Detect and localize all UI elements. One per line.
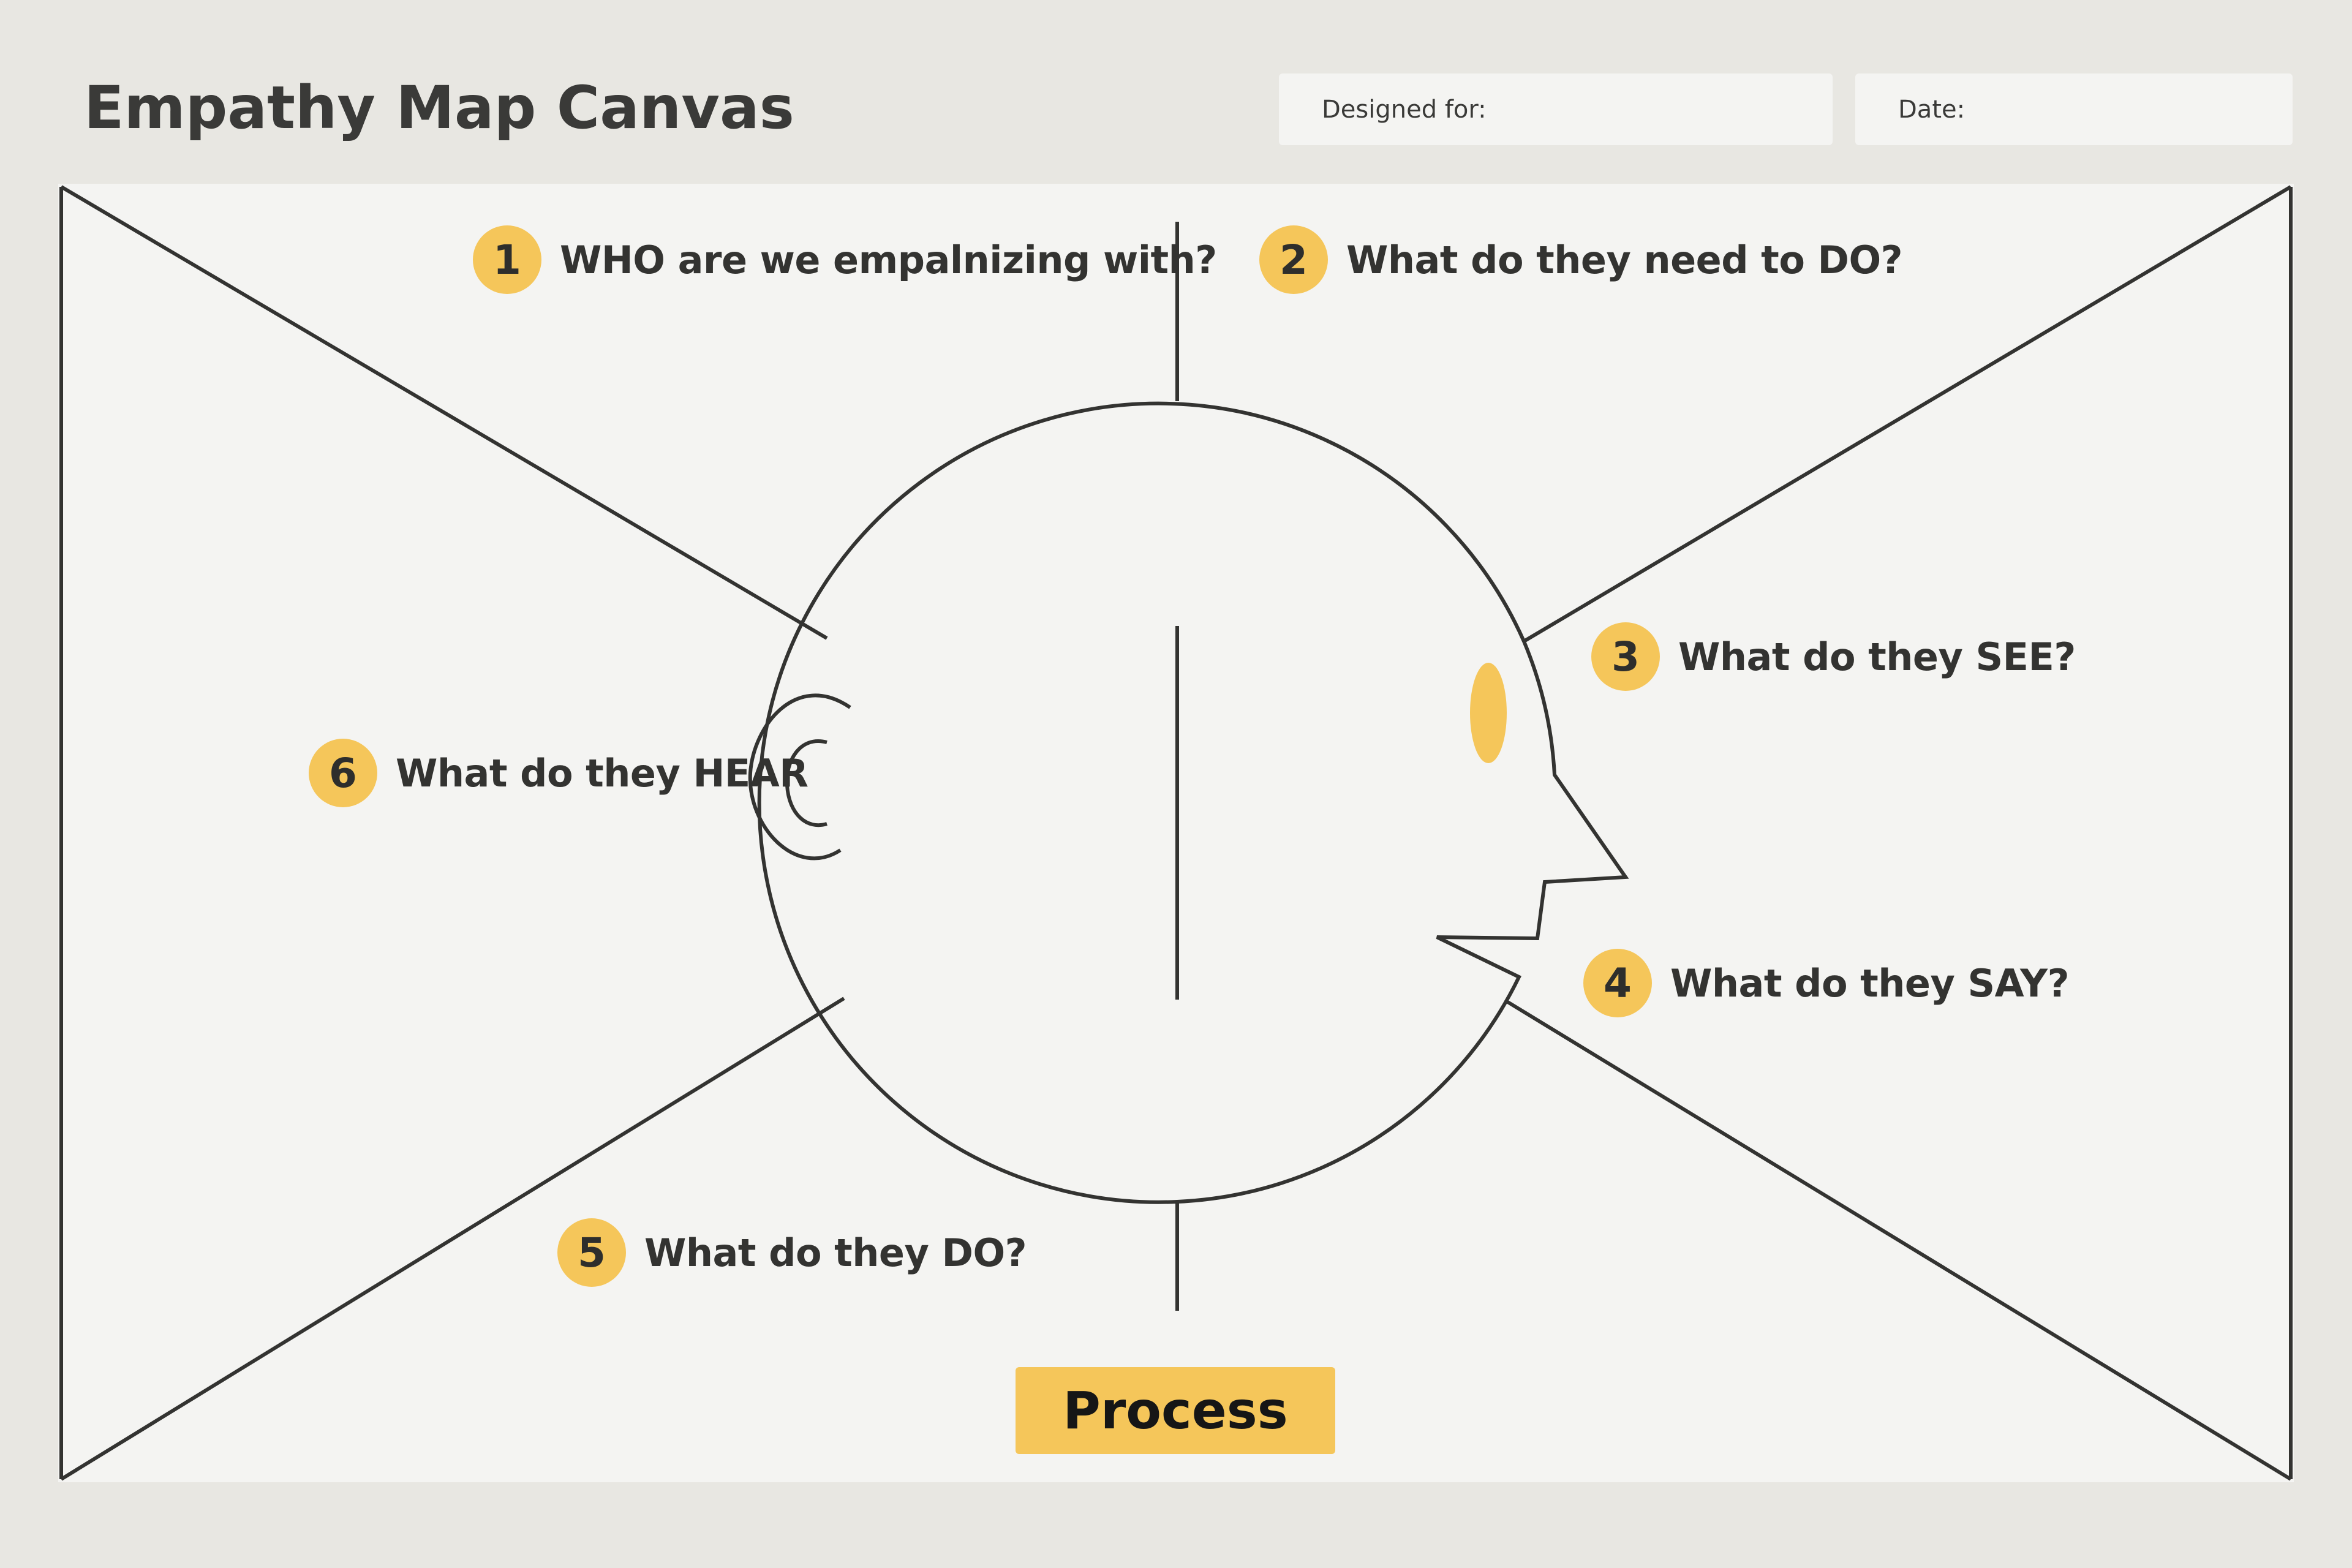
section-hear[interactable]: 6 What do they HEAR [309,736,809,810]
section-number-badge: 4 [1583,949,1652,1017]
section-question: What do they HEAR [396,750,809,796]
section-do[interactable]: 5 What do they DO? [557,1216,1027,1289]
section-question: What do they SEE? [1678,634,2076,679]
section-number-badge: 1 [473,225,541,294]
section-question: What do they DO? [644,1230,1027,1275]
head-outline [757,401,1629,1204]
section-need-to-do[interactable]: 2 What do they need to DO? [1259,223,1903,296]
section-number-badge: 3 [1591,622,1660,691]
section-question: What do they SAY? [1670,960,2070,1006]
section-number-badge: 5 [557,1218,626,1287]
section-say[interactable]: 4 What do they SAY? [1583,946,2070,1020]
section-question: What do they need to DO? [1346,237,1903,282]
section-number-badge: 2 [1259,225,1328,294]
section-question: WHO are we empalnizing with? [560,237,1217,282]
section-number-badge: 6 [309,739,377,807]
process-button[interactable]: Process [1016,1367,1335,1454]
section-see[interactable]: 3 What do they SEE? [1591,620,2076,693]
section-who[interactable]: 1 WHO are we empalnizing with? [473,223,1217,296]
divider-bottom-right [1506,1000,2292,1481]
empathy-map-page: Empathy Map Canvas Designed for: Date: 1… [0,0,2352,1568]
eye-icon [1470,663,1507,763]
